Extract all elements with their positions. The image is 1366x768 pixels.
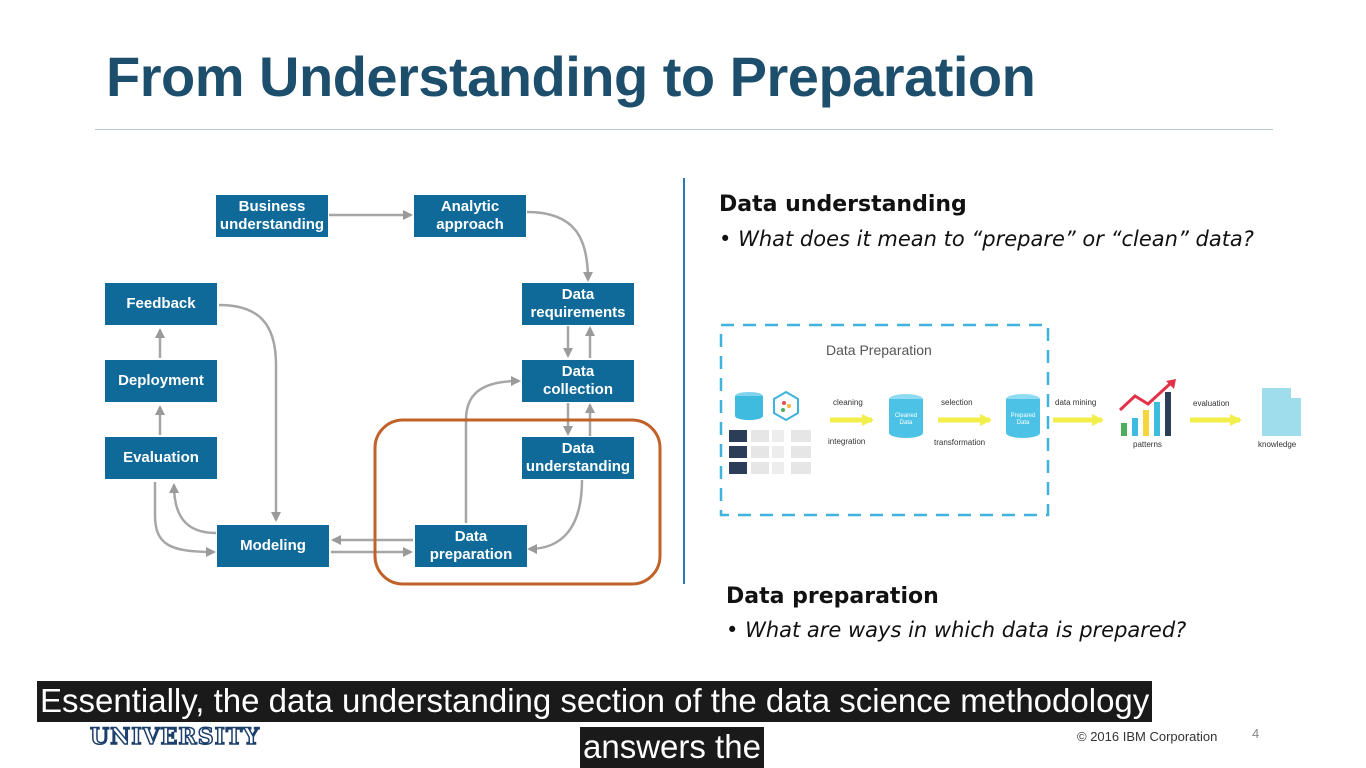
university-logo: UNIVERSITY [89,723,260,751]
hexagon-icon [773,390,799,422]
node-modeling: Modeling [217,525,329,567]
label-integration: integration [828,437,866,446]
arrow-evaluation-to-modeling-outer [153,482,216,557]
label-prepared-data: Prepared Data [1010,413,1036,426]
caption-line-1: Essentially, the data understanding sect… [37,681,1153,722]
arrow-modeling-to-evaluation-inner [169,483,217,535]
database-icon [735,392,763,420]
node-feedback: Feedback [105,283,217,325]
label-selection: selection [941,398,973,407]
arrow-preparation-to-collection [464,376,521,523]
arrow-feedback-to-modeling [218,303,281,522]
arrow-understanding-to-preparation [527,479,584,554]
data-preparation-heading: Data preparation [726,584,939,609]
label-data-mining: data mining [1055,398,1097,407]
node-data-understanding: Data understanding [522,437,634,479]
node-data-preparation: Data preparation [415,525,527,567]
node-analytic-approach: Analytic approach [414,195,526,237]
node-deployment: Deployment [105,360,217,402]
label-evaluation: evaluation [1193,399,1230,408]
copyright-text: © 2016 IBM Corporation [1077,729,1218,744]
label-cleaning: cleaning [833,398,863,407]
label-patterns: patterns [1133,440,1162,449]
knowledge-icon [1262,388,1301,436]
data-understanding-question: What does it mean to “prepare” or “clean… [738,227,1254,251]
page-number: 4 [1252,726,1260,741]
caption-line-2: answers the [580,727,764,768]
arrow-analytic-to-requirements [526,210,593,282]
table-grid-icon [729,430,811,474]
node-evaluation: Evaluation [105,437,217,479]
data-understanding-bullet: • What does it mean to “prepare” or “cle… [719,227,1254,251]
label-transformation: transformation [934,438,986,447]
node-data-collection: Data collection [522,360,634,402]
label-knowledge: knowledge [1258,440,1297,449]
data-preparation-bullet: • What are ways in which data is prepare… [726,618,1187,642]
node-business-understanding: Business understanding [216,195,328,237]
patterns-chart-icon [1118,379,1176,436]
data-understanding-heading: Data understanding [719,192,967,217]
label-cleaned-data: Cleaned Data [894,413,918,426]
node-data-requirements: Data requirements [522,283,634,325]
data-prep-figure-title: Data Preparation [826,342,932,358]
data-preparation-question: What are ways in which data is prepared? [745,618,1187,642]
